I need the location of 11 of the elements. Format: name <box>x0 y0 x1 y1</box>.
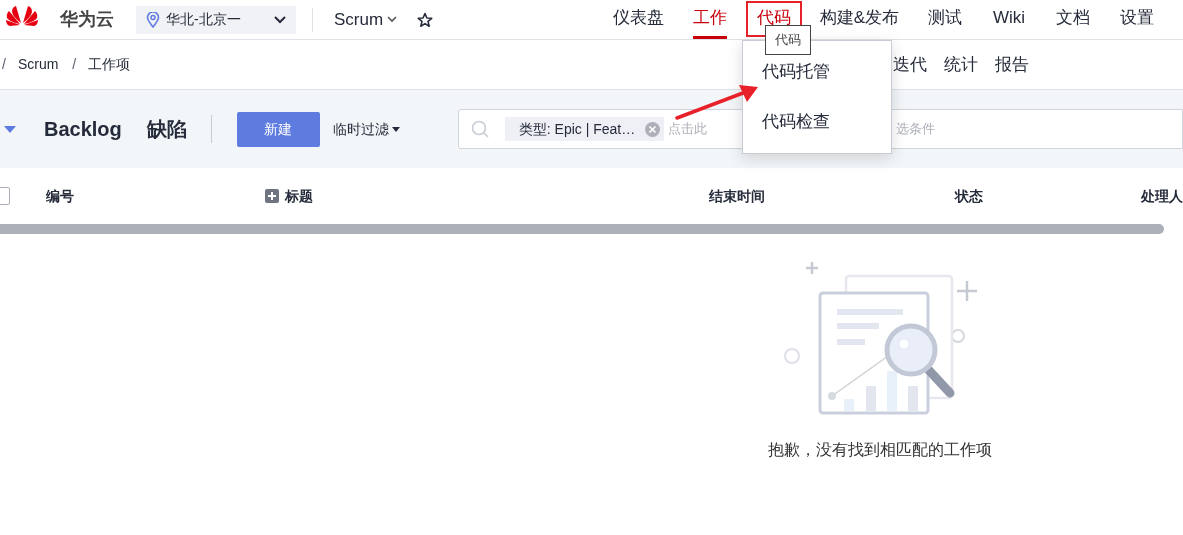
column-header: 标题 <box>285 186 313 206</box>
empty-message: 抱歉，没有找到相匹配的工作项 <box>768 440 992 460</box>
breadcrumb-separator: / <box>72 55 77 74</box>
breadcrumb-separator: / <box>2 55 6 74</box>
column-header: 编号 <box>46 186 74 206</box>
brand-name: 华为云 <box>60 8 114 31</box>
column-header: 状态 <box>955 186 983 206</box>
tooltip: 代码 <box>765 25 811 55</box>
column-header: 结束时间 <box>709 186 765 206</box>
placeholder-text: 选条件 <box>896 120 936 139</box>
column-header: 处理人 <box>1141 186 1183 206</box>
